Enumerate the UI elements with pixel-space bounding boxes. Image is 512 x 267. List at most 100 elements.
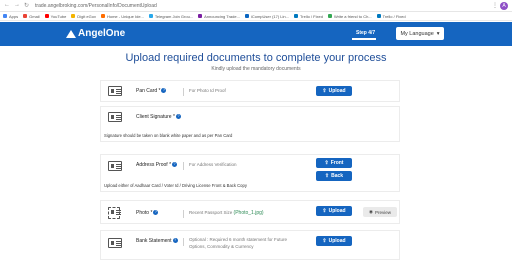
pan-card-row: Pan Card *? For Photo Id Proof ⇧ Upload	[100, 80, 400, 102]
camera-frame-icon	[108, 207, 121, 219]
bookmark-favicon-icon	[44, 14, 49, 18]
upload-label: Upload	[328, 88, 346, 94]
bank-desc: Optional : Required 6 month statement fo…	[189, 237, 288, 249]
step-indicator: Step 4/7	[356, 30, 376, 36]
logo-text: AngelOne	[78, 28, 126, 39]
photo-label: Photo *?	[136, 210, 159, 216]
bookmark-item[interactable]: YouTube	[44, 13, 67, 19]
bookmark-label: Trello / Fixed	[382, 13, 406, 19]
bookmark-item[interactable]: Gmail	[23, 14, 40, 19]
bookmark-label: Home - Unique Ide...	[106, 13, 144, 19]
bookmark-item[interactable]: Telegram Join Grou...	[148, 13, 194, 19]
help-icon[interactable]: ?	[175, 114, 181, 120]
help-icon[interactable]: ?	[161, 88, 167, 94]
bookmark-item[interactable]: Announcing Trade...	[198, 14, 240, 19]
bookmark-favicon-icon	[293, 14, 298, 18]
browser-nav: ← → ↻	[4, 2, 29, 9]
upload-icon: ⇧	[322, 238, 327, 244]
address-proof-row: Address Proof *? For Address Verificatio…	[100, 154, 400, 192]
bookmark-favicon-icon	[100, 14, 105, 18]
bookmark-item[interactable]: Digit eGov	[71, 14, 96, 19]
angelone-logo[interactable]: AngelOne	[66, 28, 125, 39]
bank-doc-icon	[108, 238, 122, 248]
signature-label: Client Signature *?	[136, 114, 181, 120]
front-label: Front	[330, 160, 344, 166]
photo-desc: Recent Passport Size (Photo_1.jpg)	[189, 210, 264, 216]
bookmark-label: Trello / Fixed	[299, 13, 323, 19]
upload-label: Upload	[328, 208, 346, 214]
pan-desc: For Photo Id Proof	[189, 88, 226, 93]
step-progress-line	[352, 38, 376, 40]
bookmark-item[interactable]: Trello / Fixed	[293, 13, 323, 19]
eye-icon: ◉	[369, 209, 373, 214]
address-card-icon	[108, 161, 122, 171]
bank-statement-row: Bank Statement? Optional : Required 6 mo…	[100, 230, 400, 260]
upload-icon: ⇧	[324, 160, 329, 166]
bank-upload-button[interactable]: ⇧ Upload	[316, 236, 352, 246]
id-card-icon	[108, 86, 122, 96]
bookmark-item[interactable]: Home - Unique Ide...	[100, 13, 144, 19]
bookmark-item[interactable]: Trello / Fixed	[376, 13, 406, 19]
sample-photo-link[interactable]: (Photo_1.jpg)	[234, 210, 264, 216]
bank-label: Bank Statement?	[136, 238, 178, 244]
bookmark-label: Digit eGov	[77, 13, 96, 19]
chevron-down-icon: ▾	[436, 30, 440, 37]
bookmark-favicon-icon	[3, 14, 7, 18]
address-back-upload-button[interactable]: ⇧ Back	[316, 171, 352, 181]
bookmark-favicon-icon	[23, 14, 28, 18]
bookmark-label: Write a friend to Ch...	[333, 13, 372, 19]
bookmark-item[interactable]: iCompUser (17) Lin...	[244, 13, 289, 19]
preview-label: Preview	[374, 209, 391, 215]
page-title: Upload required documents to complete yo…	[125, 52, 387, 64]
photo-row: Photo *? Recent Passport Size (Photo_1.j…	[100, 200, 400, 224]
photo-preview-button[interactable]: ◉ Preview	[363, 207, 397, 217]
divider	[183, 162, 184, 170]
signature-note: Signature should be taken on blank white…	[104, 133, 233, 138]
upload-icon: ⇧	[322, 208, 327, 214]
pan-upload-button[interactable]: ⇧ Upload	[316, 86, 352, 96]
bookmark-label: Telegram Join Grou...	[154, 13, 194, 19]
help-icon[interactable]: ?	[172, 162, 178, 168]
bookmark-favicon-icon	[244, 14, 249, 18]
back-label: Back	[331, 173, 344, 179]
signature-card-icon	[108, 112, 122, 122]
bookmark-favicon-icon	[148, 14, 153, 18]
bookmarks-bar: Apps Gmail YouTube Digit eGov Home - Unique …	[0, 12, 512, 21]
forward-arrow-icon[interactable]: →	[14, 2, 20, 9]
signature-row: Client Signature *? Signature should be …	[100, 106, 400, 142]
upload-icon: ⇧	[322, 88, 327, 94]
profile-avatar[interactable]: A	[500, 2, 508, 10]
address-desc: For Address Verification	[189, 162, 237, 167]
divider	[183, 238, 184, 246]
language-label: My Language	[400, 30, 434, 37]
bookmark-item[interactable]: Write a friend to Ch...	[327, 13, 372, 19]
page-subtitle: Kindly upload the mandatory documents	[211, 66, 301, 72]
url-field[interactable]: trade.angelbroking.com/PersonalInfo/Docu…	[35, 3, 157, 9]
upload-label: Upload	[328, 238, 346, 244]
address-note: Upload either of Aadhaar Card / Voter Id…	[104, 183, 247, 188]
divider	[183, 88, 184, 96]
bookmark-favicon-icon	[71, 14, 76, 18]
bookmark-label: iCompUser (17) Lin...	[250, 13, 289, 19]
bookmark-label: YouTube	[50, 13, 67, 19]
bookmark-label: Apps	[9, 13, 19, 19]
upload-icon: ⇧	[324, 173, 330, 179]
address-front-upload-button[interactable]: ⇧ Front	[316, 158, 352, 168]
bookmark-label: Announcing Trade...	[204, 13, 240, 19]
address-label: Address Proof *?	[136, 162, 178, 168]
browser-address-bar: ← → ↻ trade.angelbroking.com/PersonalInf…	[0, 0, 512, 12]
reload-icon[interactable]: ↻	[24, 2, 29, 9]
back-arrow-icon[interactable]: ←	[4, 2, 10, 9]
language-dropdown[interactable]: My Language ▾	[396, 27, 444, 40]
help-icon[interactable]: ?	[172, 238, 178, 244]
bookmark-favicon-icon	[327, 14, 332, 18]
pan-label: Pan Card *?	[136, 88, 167, 94]
logo-mark-icon	[66, 29, 76, 38]
bookmark-item[interactable]: Apps	[3, 14, 18, 19]
help-icon[interactable]: ?	[153, 210, 159, 216]
divider	[183, 210, 184, 218]
app-header: AngelOne Step 4/7 My Language ▾	[0, 22, 512, 46]
bookmark-favicon-icon	[198, 14, 203, 18]
photo-upload-button[interactable]: ⇧ Upload	[316, 206, 352, 216]
browser-menu-icon[interactable]: ⋮	[492, 2, 498, 9]
